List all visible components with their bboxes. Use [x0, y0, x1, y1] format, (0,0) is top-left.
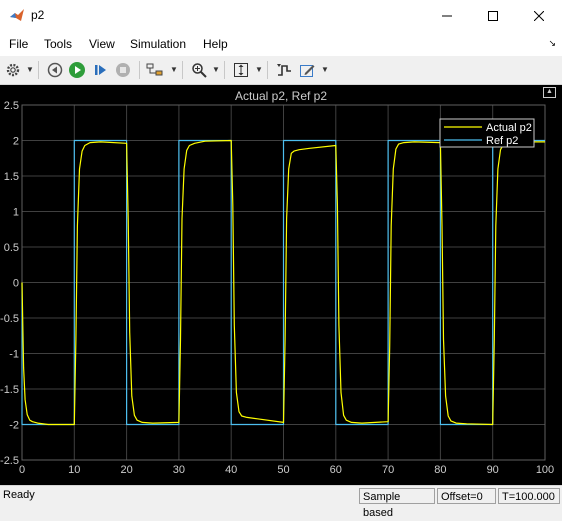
- x-tick-label: 30: [173, 464, 185, 476]
- status-sample-mode: Sample based: [359, 488, 435, 519]
- y-tick-label: -1: [9, 349, 19, 361]
- x-tick-label: 80: [434, 464, 446, 476]
- zoom-dropdown-icon[interactable]: ▼: [212, 65, 220, 74]
- y-tick-label: -2.5: [0, 455, 19, 467]
- title-bar: p2: [0, 0, 562, 31]
- pencil-icon: [300, 65, 315, 77]
- status-offset: Offset=0: [437, 488, 496, 504]
- window-title: p2: [31, 8, 45, 22]
- menu-bar: File Tools View Simulation Help ↘: [0, 31, 562, 56]
- style-dropdown-icon[interactable]: ▼: [321, 65, 329, 74]
- settings-button[interactable]: [3, 60, 23, 80]
- step-forward-icon: [95, 65, 106, 75]
- zoom-button[interactable]: [189, 60, 209, 80]
- scope-chart: 0 10 20 30 40 50 60 70 80 90 100 -2.5 -2 -1.5 -1 -0.5 0 0…: [0, 100, 554, 476]
- scale-axes-button[interactable]: [231, 60, 251, 80]
- menu-view[interactable]: View: [89, 37, 115, 51]
- scale-dropdown-icon[interactable]: ▼: [255, 65, 263, 74]
- highlight-dropdown-icon[interactable]: ▼: [170, 65, 178, 74]
- x-tick-label: 0: [19, 464, 25, 476]
- maximize-icon: [488, 10, 498, 21]
- toolbar-separator: [182, 61, 183, 79]
- legend: Actual p2Ref p2: [439, 118, 535, 148]
- close-icon: [534, 10, 544, 21]
- x-tick-label: 40: [225, 464, 237, 476]
- close-button[interactable]: [516, 0, 562, 31]
- triggers-button[interactable]: [274, 60, 294, 80]
- x-tick-label: 50: [277, 464, 289, 476]
- scale-axes-icon: [234, 63, 248, 77]
- x-tick-label: 20: [120, 464, 132, 476]
- legend-label: Actual p2: [486, 122, 532, 134]
- zoom-in-icon: [192, 63, 207, 78]
- step-forward-button[interactable]: [91, 60, 111, 80]
- menu-tools[interactable]: Tools: [44, 37, 72, 51]
- scope-display: Actual p2, Ref p2 ▲ 0 10 20 30 40 50 60 70 80 90 1…: [0, 85, 562, 485]
- x-tick-label: 60: [330, 464, 342, 476]
- toolbar-separator: [224, 61, 225, 79]
- status-ready: Ready: [3, 489, 35, 501]
- highlight-block-icon: [146, 63, 163, 76]
- x-tick-label: 90: [487, 464, 499, 476]
- trigger-icon: [277, 64, 291, 76]
- matlab-app-icon: [10, 9, 24, 21]
- style-button[interactable]: [297, 60, 317, 80]
- play-icon: [69, 62, 85, 78]
- x-tick-label: 10: [68, 464, 80, 476]
- maximize-button[interactable]: [470, 0, 516, 31]
- menu-file[interactable]: File: [9, 37, 28, 51]
- toolbar: ▼ ▼ ▼ ▼ ▼: [0, 56, 562, 85]
- status-bar: Ready Sample based Offset=0 T=100.000: [0, 485, 562, 519]
- status-time: T=100.000: [498, 488, 560, 504]
- menu-expand-icon[interactable]: ↘: [548, 38, 556, 49]
- gear-icon: [6, 63, 20, 77]
- menu-simulation[interactable]: Simulation: [130, 37, 186, 51]
- step-back-button[interactable]: [45, 60, 65, 80]
- y-tick-label: -0.5: [0, 313, 19, 325]
- highlight-block-button[interactable]: [145, 60, 165, 80]
- minimize-icon: [442, 15, 452, 16]
- stop-icon: [116, 63, 130, 77]
- y-tick-label: 0: [13, 278, 19, 290]
- y-tick-label: 2: [13, 136, 19, 148]
- settings-dropdown-icon[interactable]: ▼: [26, 65, 34, 74]
- run-button[interactable]: [67, 60, 87, 80]
- y-tick-label: 1.5: [4, 171, 19, 183]
- stop-button[interactable]: [113, 60, 133, 80]
- toolbar-separator: [139, 61, 140, 79]
- y-tick-label: 2.5: [4, 100, 19, 112]
- y-tick-label: 0.5: [4, 242, 19, 254]
- toolbar-separator: [267, 61, 268, 79]
- x-tick-label: 70: [382, 464, 394, 476]
- y-tick-label: 1: [13, 207, 19, 219]
- x-tick-label: 100: [536, 464, 554, 476]
- y-tick-label: -2: [9, 420, 19, 432]
- legend-label: Ref p2: [486, 135, 518, 147]
- minimize-button[interactable]: [424, 0, 470, 31]
- y-tick-label: -1.5: [0, 384, 19, 396]
- step-back-icon: [47, 62, 63, 78]
- menu-help[interactable]: Help: [203, 37, 228, 51]
- toolbar-separator: [38, 61, 39, 79]
